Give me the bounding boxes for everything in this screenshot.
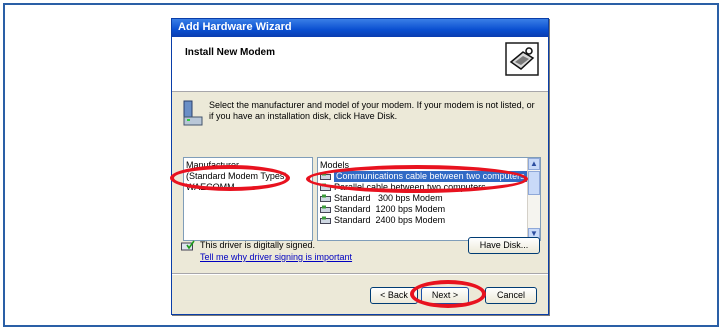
scroll-up-button[interactable]: ▲ — [528, 158, 540, 170]
hardware-wizard-icon — [505, 42, 539, 76]
have-disk-button[interactable]: Have Disk... — [468, 237, 540, 254]
modem-icon — [320, 172, 331, 180]
title-bar[interactable]: Add Hardware Wizard — [172, 19, 548, 37]
modem-icon — [320, 205, 331, 213]
next-button[interactable]: Next > — [421, 287, 469, 304]
page-title: Install New Modem — [185, 47, 276, 58]
model-item-300bps[interactable]: Standard 300 bps Modem — [320, 193, 525, 204]
model-item-label: Communications cable between two compute… — [334, 171, 527, 182]
manufacturer-item-label: WAECOMM — [186, 182, 235, 192]
manufacturer-list[interactable]: Manufacturer (Standard Modem Types) WAEC… — [183, 157, 313, 241]
modem-icon — [320, 216, 331, 224]
scroll-thumb[interactable] — [528, 171, 540, 195]
model-item-label: Standard 1200 bps Modem — [334, 204, 446, 214]
manufacturer-item-waecomm[interactable]: WAECOMM — [186, 182, 310, 193]
model-item-parallel-cable[interactable]: Parallel cable between two computers — [320, 182, 525, 193]
signed-driver-icon — [181, 240, 195, 251]
manufacturer-item-label: (Standard Modem Types) — [186, 171, 288, 181]
model-item-communications-cable[interactable]: Communications cable between two compute… — [320, 171, 527, 182]
model-item-label: Parallel cable between two computers — [334, 182, 486, 192]
window-title: Add Hardware Wizard — [178, 21, 292, 33]
driver-signing-link[interactable]: Tell me why driver signing is important — [200, 252, 352, 262]
manufacturer-label: Manufacturer — [186, 160, 240, 170]
modem-icon — [320, 183, 331, 191]
driver-signed-text: This driver is digitally signed. — [200, 240, 316, 250]
model-item-label: Standard 2400 bps Modem — [334, 215, 446, 225]
separator — [172, 273, 548, 275]
manufacturer-item-standard[interactable]: (Standard Modem Types) — [186, 171, 310, 182]
model-item-label: Standard 300 bps Modem — [334, 193, 443, 203]
wizard-header: Install New Modem — [172, 37, 548, 92]
models-label: Models — [320, 160, 350, 170]
modem-icon — [320, 194, 331, 202]
cancel-button[interactable]: Cancel — [485, 287, 537, 304]
models-list[interactable]: Models Communications cable between two … — [317, 157, 541, 241]
back-button[interactable]: < Back — [370, 287, 418, 304]
model-item-1200bps[interactable]: Standard 1200 bps Modem — [320, 204, 525, 215]
instructions-text: Select the manufacturer and model of you… — [209, 100, 535, 121]
modem-icon — [183, 100, 203, 126]
model-item-2400bps[interactable]: Standard 2400 bps Modem — [320, 215, 525, 226]
models-scrollbar[interactable]: ▲ ▼ — [527, 158, 540, 240]
add-hardware-wizard-dialog: Add Hardware Wizard Install New Modem Se… — [171, 18, 549, 315]
